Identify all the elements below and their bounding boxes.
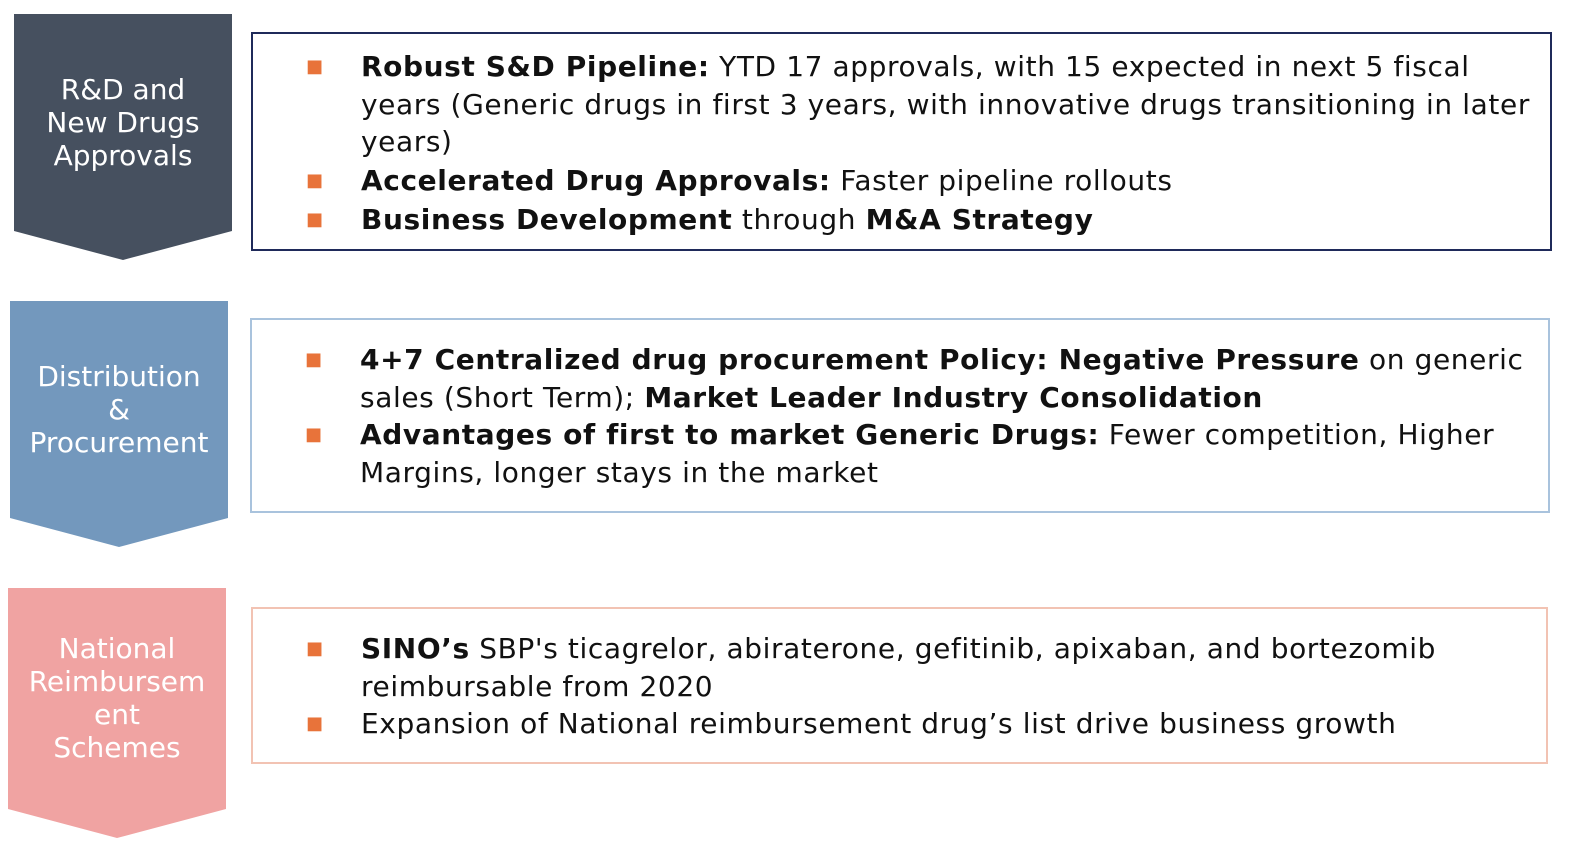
bullet-marker-icon: ■ bbox=[306, 638, 324, 659]
bullet-item: ■ Robust S&D Pipeline: YTD 17 approvals, … bbox=[306, 48, 1546, 161]
bullet-item: ■ Advantages of first to market Generic D… bbox=[305, 416, 1544, 491]
bullet-text: Expansion of National reimbursement drug… bbox=[361, 707, 1397, 740]
bullet-item: ■ 4+7 Centralized drug procurement Policy… bbox=[305, 341, 1544, 416]
bullet-text: Faster pipeline rollouts bbox=[830, 163, 1173, 197]
bullet-text: SBP's ticagrelor, abiraterone, gefitinib… bbox=[361, 632, 1436, 703]
panel-distribution-procurement: ■ 4+7 Centralized drug procurement Policy… bbox=[250, 318, 1550, 513]
bullet-marker-icon: ■ bbox=[306, 56, 324, 77]
bullet-list: ■ 4+7 Centralized drug procurement Policy… bbox=[305, 341, 1544, 491]
chevron-label: Distribution & Procurement bbox=[29, 359, 209, 459]
bullet-bold-text: Business Development bbox=[361, 203, 733, 236]
chevron-national-reimbursement-schemes: National Reimbursem ent Schemes bbox=[8, 588, 226, 838]
chevron-label: National Reimbursem ent Schemes bbox=[28, 632, 206, 764]
chevron-rd-new-drugs-approvals: R&D and New Drugs Approvals bbox=[14, 14, 232, 260]
bullet-bold-text: Market Leader Industry Consolidation bbox=[644, 380, 1263, 414]
panel-national-reimbursement-schemes: ■ SINO’s SBP's ticagrelor, abiraterone, g… bbox=[251, 607, 1548, 764]
chevron-distribution-procurement: Distribution & Procurement bbox=[10, 301, 228, 547]
bullet-item: ■ SINO’s SBP's ticagrelor, abiraterone, g… bbox=[306, 630, 1542, 705]
bullet-list: ■ Robust S&D Pipeline: YTD 17 approvals, … bbox=[306, 48, 1546, 239]
bullet-marker-icon: ■ bbox=[305, 349, 323, 370]
bullet-bold-text: M&A Strategy bbox=[865, 203, 1094, 236]
bullet-bold-text: Advantages of first to market Generic Dr… bbox=[360, 418, 1100, 451]
bullet-item: ■ Accelerated Drug Approvals: Faster pipe… bbox=[306, 162, 1546, 200]
panel-rd-new-drugs-approvals: ■ Robust S&D Pipeline: YTD 17 approvals, … bbox=[251, 32, 1552, 251]
chevron-label: R&D and New Drugs Approvals bbox=[46, 72, 200, 172]
bullet-bold-text: Robust S&D Pipeline: bbox=[361, 50, 710, 83]
bullet-marker-icon: ■ bbox=[305, 424, 323, 445]
bullet-text: through bbox=[732, 203, 866, 236]
bullet-bold-text: SINO’s bbox=[361, 632, 470, 665]
bullet-item: ■ Expansion of National reimbursement dru… bbox=[306, 705, 1542, 743]
bullet-bold-text: Accelerated Drug Approvals: bbox=[361, 163, 831, 197]
bullet-marker-icon: ■ bbox=[306, 713, 324, 734]
bullet-marker-icon: ■ bbox=[306, 169, 324, 191]
bullet-item: ■ Business Development through M&A Strate… bbox=[306, 201, 1546, 239]
bullet-list: ■ SINO’s SBP's ticagrelor, abiraterone, g… bbox=[306, 630, 1542, 743]
bullet-bold-text: 4+7 Centralized drug procurement Policy:… bbox=[360, 343, 1360, 376]
bullet-marker-icon: ■ bbox=[306, 209, 324, 230]
